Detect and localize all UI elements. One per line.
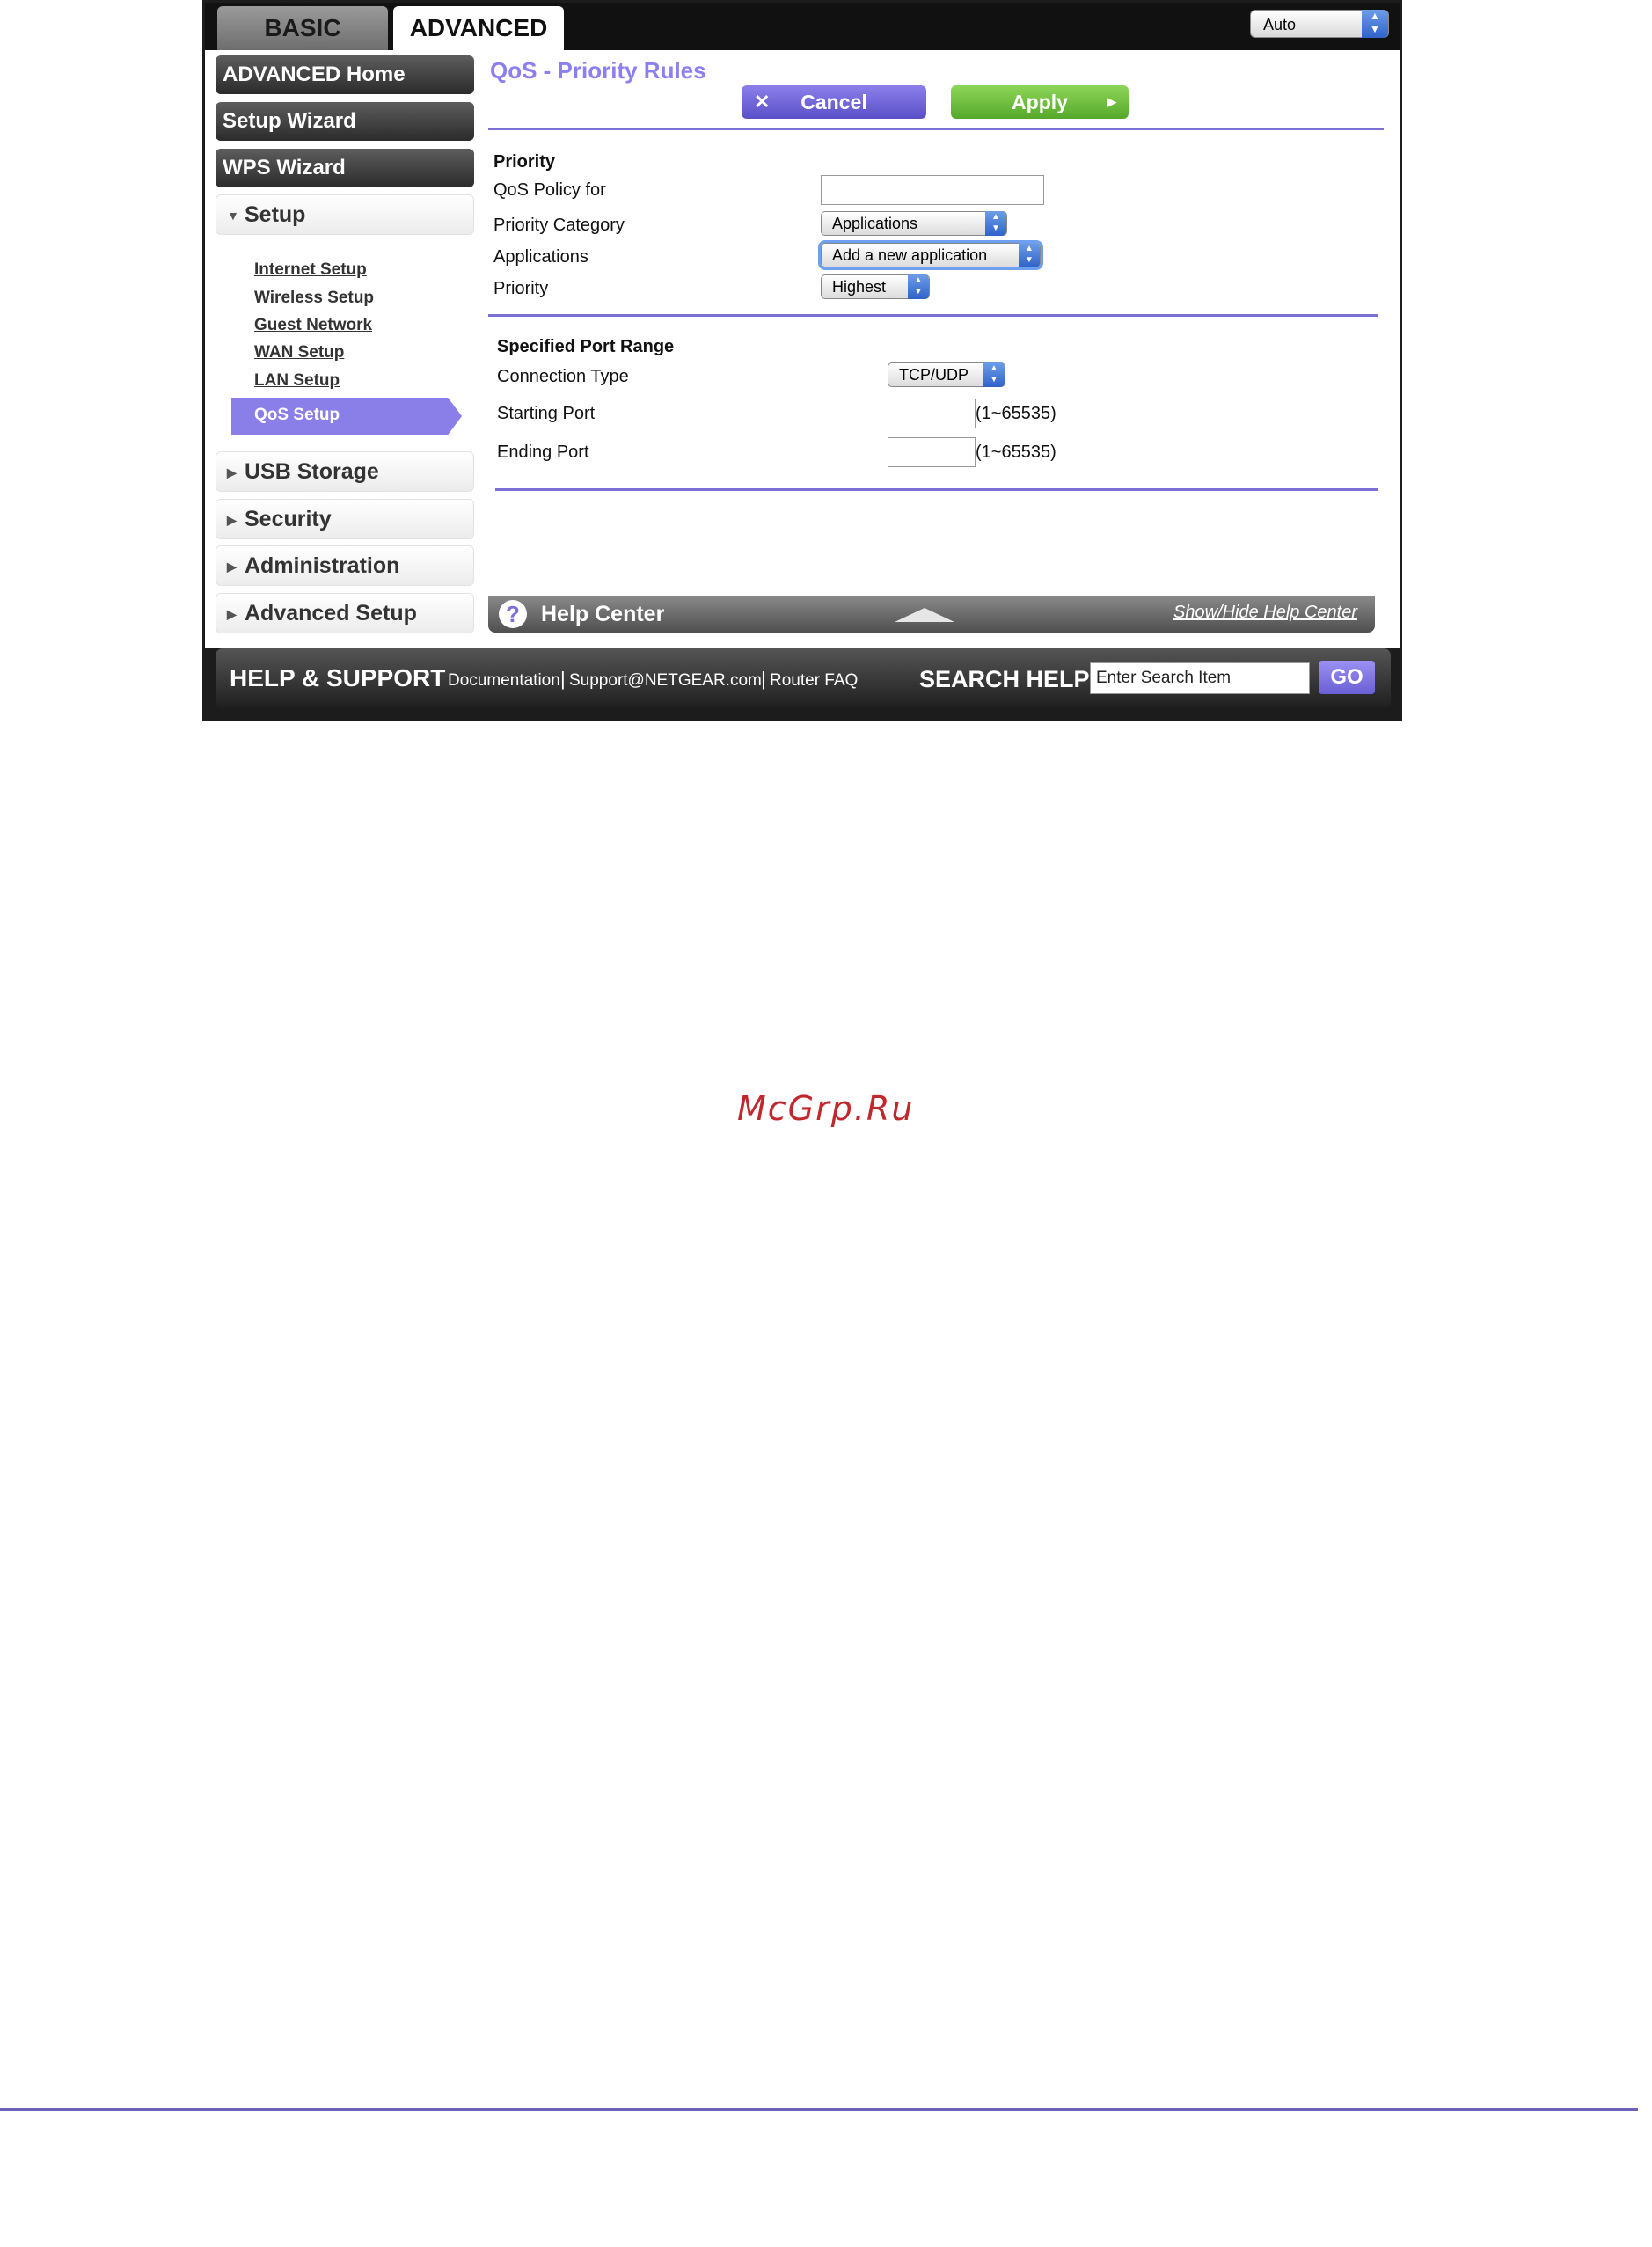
- nav-section-advanced-setup[interactable]: ▶ Advanced Setup: [216, 593, 474, 633]
- select-spinner-icon: ▲ ▼: [985, 211, 1006, 236]
- separator: |: [560, 668, 566, 690]
- triangle-right-icon: ▶: [227, 513, 237, 528]
- top-tab-bar: BASIC ADVANCED Auto ▲ ▼: [205, 3, 1400, 50]
- help-center-bar: ? Help Center Show/Hide Help Center: [488, 596, 1375, 633]
- help-center-title: Help Center: [541, 602, 665, 626]
- triangle-right-icon: ▶: [227, 607, 237, 622]
- divider: [488, 128, 1384, 130]
- content-area: ADVANCED Home Setup Wizard WPS Wizard ▼ S…: [205, 50, 1400, 648]
- triangle-right-icon: ▶: [227, 465, 237, 480]
- select-spinner-icon: ▲ ▼: [1362, 10, 1388, 38]
- nav-wps-wizard[interactable]: WPS Wizard: [216, 149, 474, 187]
- priority-category-select[interactable]: Applications ▲ ▼: [821, 211, 1007, 236]
- arrow-right-icon: ▶: [1107, 95, 1116, 108]
- qos-policy-label: QoS Policy for: [493, 180, 606, 200]
- watermark-text: McGrp.Ru: [737, 1089, 915, 1128]
- ending-port-range: (1~65535): [976, 443, 1056, 462]
- select-spinner-icon: ▲ ▼: [908, 274, 929, 299]
- port-range-heading: Specified Port Range: [497, 337, 675, 356]
- expand-up-icon[interactable]: [895, 608, 954, 622]
- nav-link-guest-network[interactable]: Guest Network: [254, 316, 372, 335]
- triangle-right-icon: ▶: [227, 560, 237, 575]
- router-admin-screenshot: BASIC ADVANCED Auto ▲ ▼ ADVANCED Home Set…: [202, 0, 1402, 721]
- cancel-button[interactable]: ✕ Cancel: [742, 85, 926, 119]
- language-select[interactable]: Auto ▲ ▼: [1250, 10, 1389, 38]
- tab-basic[interactable]: BASIC: [217, 6, 388, 50]
- separator: |: [761, 668, 766, 690]
- cancel-button-label: Cancel: [800, 91, 867, 113]
- starting-port-input[interactable]: [888, 399, 976, 428]
- connection-type-value: TCP/UDP: [899, 366, 969, 384]
- priority-category-label: Priority Category: [493, 216, 625, 235]
- priority-value: Highest: [832, 278, 887, 296]
- nav-link-wireless-setup[interactable]: Wireless Setup: [254, 289, 374, 308]
- ending-port-input[interactable]: [888, 437, 976, 467]
- triangle-down-icon: ▼: [227, 209, 239, 223]
- nav-advanced-home[interactable]: ADVANCED Home: [216, 55, 474, 94]
- search-help-title: SEARCH HELP: [919, 666, 1090, 692]
- nav-link-qos-setup[interactable]: QoS Setup: [231, 398, 462, 435]
- nav-section-security[interactable]: ▶ Security: [216, 499, 474, 539]
- help-support-bar: HELP & SUPPORT Documentation | Support@N…: [216, 648, 1391, 708]
- main-panel: QoS - Priority Rules ✕ Cancel Apply ▶ Pr…: [488, 57, 1385, 603]
- applications-select[interactable]: Add a new application ▲ ▼: [821, 243, 1041, 267]
- priority-label: Priority: [493, 279, 549, 298]
- select-spinner-icon: ▲ ▼: [1019, 243, 1040, 267]
- ending-port-label: Ending Port: [497, 443, 589, 462]
- nav-section-usb-storage[interactable]: ▶ USB Storage: [216, 451, 474, 492]
- nav-section-setup-label: Setup: [245, 202, 306, 227]
- documentation-link[interactable]: Documentation: [448, 671, 560, 691]
- search-help-input[interactable]: [1090, 662, 1310, 694]
- nav-link-qos-setup-label: QoS Setup: [254, 406, 340, 424]
- nav-section-administration[interactable]: ▶ Administration: [216, 545, 474, 586]
- help-support-title: HELP & SUPPORT: [230, 664, 446, 692]
- tab-advanced[interactable]: ADVANCED: [393, 6, 564, 50]
- divider: [495, 488, 1378, 491]
- question-icon: ?: [499, 600, 527, 628]
- footer-rule: [0, 2108, 1638, 2111]
- nav-section-label: Security: [245, 507, 332, 531]
- connection-type-label: Connection Type: [497, 367, 629, 386]
- applications-label: Applications: [493, 247, 588, 267]
- support-email-link[interactable]: Support@NETGEAR.com: [569, 671, 762, 691]
- language-select-value: Auto: [1263, 16, 1297, 33]
- nav-setup-wizard[interactable]: Setup Wizard: [216, 102, 474, 141]
- apply-button-label: Apply: [1012, 91, 1068, 113]
- show-hide-help-link[interactable]: Show/Hide Help Center: [1173, 603, 1357, 623]
- applications-value: Add a new application: [832, 246, 988, 264]
- nav-section-label: Administration: [245, 553, 400, 578]
- starting-port-range: (1~65535): [976, 404, 1056, 423]
- priority-select[interactable]: Highest ▲ ▼: [821, 274, 930, 299]
- page-title: QoS - Priority Rules: [490, 57, 706, 84]
- divider: [488, 314, 1378, 317]
- qos-policy-input[interactable]: [821, 175, 1044, 205]
- nav-link-lan-setup[interactable]: LAN Setup: [254, 371, 340, 391]
- nav-section-setup[interactable]: ▼ Setup: [216, 194, 474, 235]
- nav-link-internet-setup[interactable]: Internet Setup: [254, 260, 367, 280]
- nav-section-label: USB Storage: [245, 459, 379, 484]
- nav-link-wan-setup[interactable]: WAN Setup: [254, 343, 344, 362]
- priority-heading: Priority: [493, 152, 556, 172]
- router-faq-link[interactable]: Router FAQ: [770, 671, 858, 691]
- apply-button[interactable]: Apply ▶: [951, 85, 1129, 119]
- starting-port-label: Starting Port: [497, 404, 596, 423]
- priority-category-value: Applications: [832, 215, 918, 232]
- search-go-button[interactable]: GO: [1319, 661, 1375, 694]
- connection-type-select[interactable]: TCP/UDP ▲ ▼: [888, 362, 1005, 387]
- select-spinner-icon: ▲ ▼: [983, 362, 1005, 387]
- nav-section-label: Advanced Setup: [245, 601, 417, 626]
